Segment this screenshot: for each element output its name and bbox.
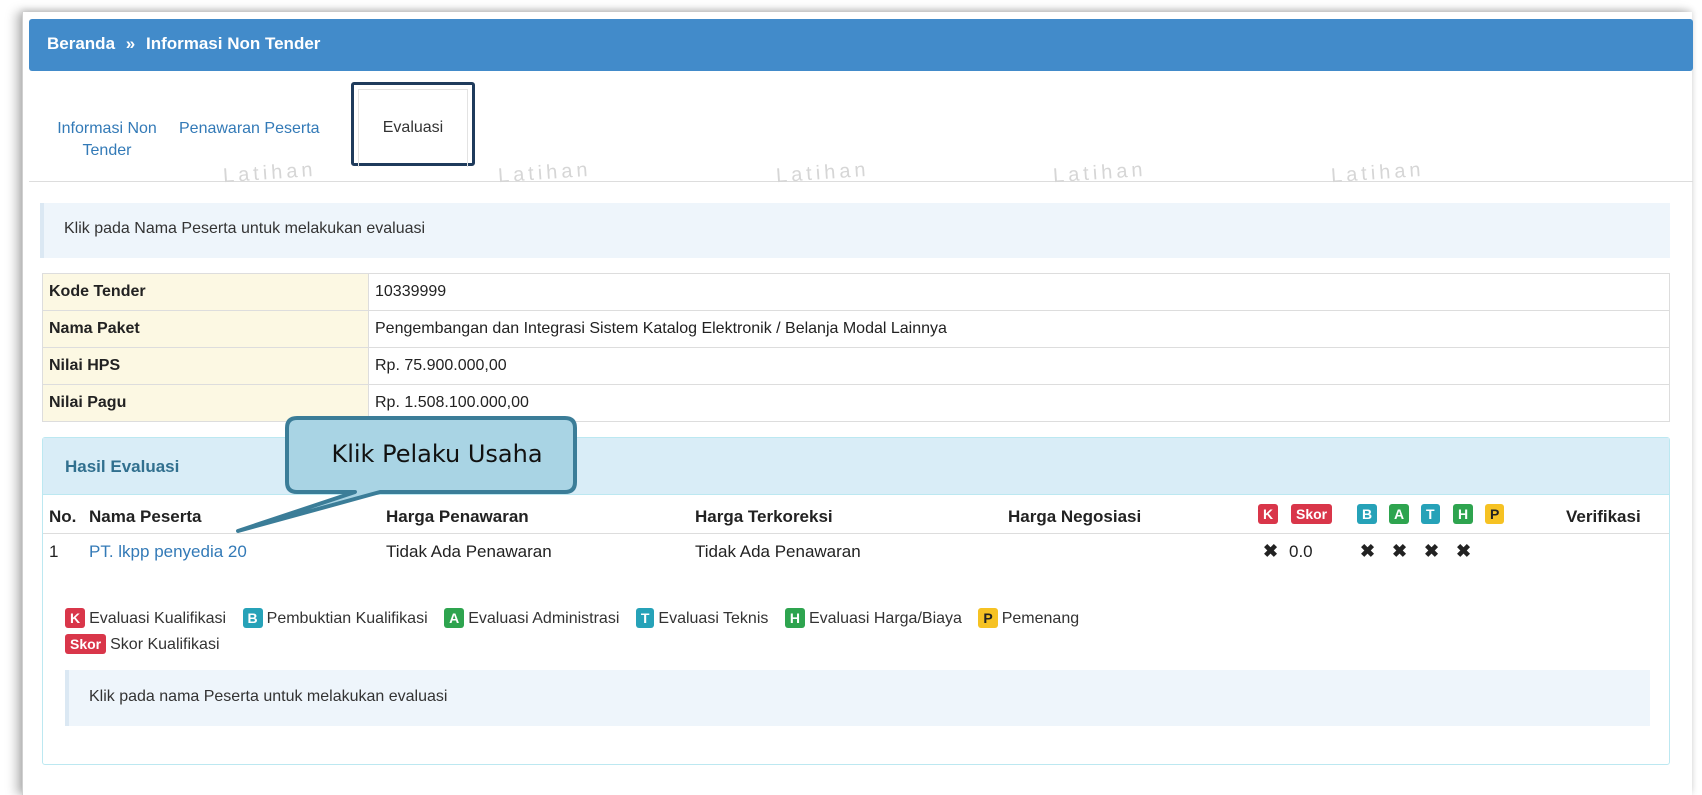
- badge-a: A: [1389, 504, 1410, 524]
- badge-skor: Skor: [1291, 504, 1333, 524]
- column-header-harga-negosiasi: Harga Negosiasi: [1008, 507, 1142, 526]
- legend-label: Evaluasi Harga/Biaya: [808, 610, 962, 627]
- badge-p: P: [1485, 504, 1505, 524]
- badge-legend: K Evaluasi Kualifikasi B Pembuktian Kualif…: [65, 608, 1565, 660]
- breadcrumb-separator: »: [125, 34, 136, 53]
- row-number: 1: [49, 542, 59, 561]
- cross-icon: ✖: [1360, 541, 1376, 561]
- table-row: Kode Tender 10339999: [42, 273, 1670, 311]
- tab-evaluasi-label: Evaluasi: [382, 119, 444, 136]
- harga-penawaran-value: Tidak Ada Penawaran: [386, 542, 552, 561]
- legend-badge-t: T: [635, 608, 655, 628]
- detail-value: 10339999: [368, 273, 1670, 311]
- column-header-harga-terkoreksi: Harga Terkoreksi: [695, 507, 833, 526]
- badge-b: B: [1357, 504, 1378, 524]
- legend-item: H Evaluasi Harga/Biaya: [784, 608, 962, 628]
- column-header-nama: Nama Peserta: [89, 507, 202, 526]
- column-header-verifikasi: Verifikasi: [1566, 507, 1641, 526]
- tab-penawaran-peserta[interactable]: Penawaran Peserta: [179, 118, 320, 140]
- column-header-no: No.: [49, 507, 77, 526]
- tab-evaluasi[interactable]: Evaluasi: [351, 82, 475, 167]
- legend-badge-skor: Skor: [65, 634, 107, 654]
- legend-item: P Pemenang: [978, 608, 1079, 628]
- legend-badge-a: A: [444, 608, 465, 628]
- detail-key: Nilai HPS: [42, 347, 369, 385]
- legend-badge-k: K: [65, 608, 86, 628]
- legend-label: Pembuktian Kualifikasi: [266, 610, 428, 627]
- legend-item: Skor Skor Kualifikasi: [65, 634, 220, 654]
- info-message: Klik pada Nama Peserta untuk melakukan e…: [40, 203, 1670, 258]
- legend-label: Skor Kualifikasi: [110, 636, 220, 653]
- column-header-harga-penawaran: Harga Penawaran: [386, 507, 529, 526]
- legend-label: Evaluasi Administrasi: [468, 610, 620, 627]
- legend-item: K Evaluasi Kualifikasi: [65, 608, 226, 628]
- legend-item: B Pembuktian Kualifikasi: [242, 608, 428, 628]
- legend-item: T Evaluasi Teknis: [635, 608, 769, 628]
- detail-value: Rp. 1.508.100.000,00: [368, 384, 1670, 422]
- callout-text: Klik Pelaku Usaha: [331, 440, 543, 468]
- breadcrumb-current: Informasi Non Tender: [145, 34, 321, 53]
- tab-informasi-non-tender[interactable]: Informasi Non Tender: [52, 118, 162, 162]
- harga-terkoreksi-value: Tidak Ada Penawaran: [695, 542, 861, 561]
- detail-value: Pengembangan dan Integrasi Sistem Katalo…: [368, 310, 1670, 348]
- legend-badge-p: P: [978, 608, 998, 628]
- tender-detail-table: Kode Tender 10339999 Nama Paket Pengemba…: [42, 273, 1670, 422]
- skor-value: 0.0: [1289, 542, 1313, 561]
- table-row: 1 PT. lkpp penyedia 20 Tidak Ada Penawar…: [43, 535, 1669, 571]
- cross-icon: ✖: [1263, 541, 1279, 561]
- hint-message: Klik pada nama Peserta untuk melakukan e…: [65, 670, 1650, 726]
- hasil-evaluasi-panel: Hasil Evaluasi No. Nama Peserta Harga Pe…: [42, 437, 1670, 765]
- table-row: Nama Paket Pengembangan dan Integrasi Si…: [42, 310, 1670, 348]
- legend-badge-b: B: [242, 608, 263, 628]
- legend-label: Pemenang: [1001, 610, 1080, 627]
- tab-bar: Informasi Non Tender Penawaran Peserta E…: [29, 82, 1693, 182]
- table-row: Nilai HPS Rp. 75.900.000,00: [42, 347, 1670, 385]
- breadcrumb-home[interactable]: Beranda: [47, 34, 115, 54]
- peserta-name-link[interactable]: PT. lkpp penyedia 20: [89, 542, 247, 562]
- detail-key: Kode Tender: [42, 273, 369, 311]
- legend-badge-h: H: [784, 608, 805, 628]
- badge-k: K: [1258, 504, 1279, 524]
- results-header: No. Nama Peserta Harga Penawaran Harga T…: [43, 500, 1669, 534]
- breadcrumb: Beranda » Informasi Non Tender: [29, 19, 1693, 71]
- detail-value: Rp. 75.900.000,00: [368, 347, 1670, 385]
- legend-item: A Evaluasi Administrasi: [444, 608, 619, 628]
- legend-label: Evaluasi Teknis: [658, 610, 769, 627]
- badge-t: T: [1421, 504, 1440, 524]
- cross-icon: ✖: [1424, 541, 1440, 561]
- cross-icon: ✖: [1456, 541, 1472, 561]
- detail-key: Nilai Pagu: [42, 384, 369, 422]
- table-row: Nilai Pagu Rp. 1.508.100.000,00: [42, 384, 1670, 422]
- badge-h: H: [1453, 504, 1474, 524]
- cross-icon: ✖: [1392, 541, 1408, 561]
- detail-key: Nama Paket: [42, 310, 369, 348]
- legend-label: Evaluasi Kualifikasi: [89, 610, 227, 627]
